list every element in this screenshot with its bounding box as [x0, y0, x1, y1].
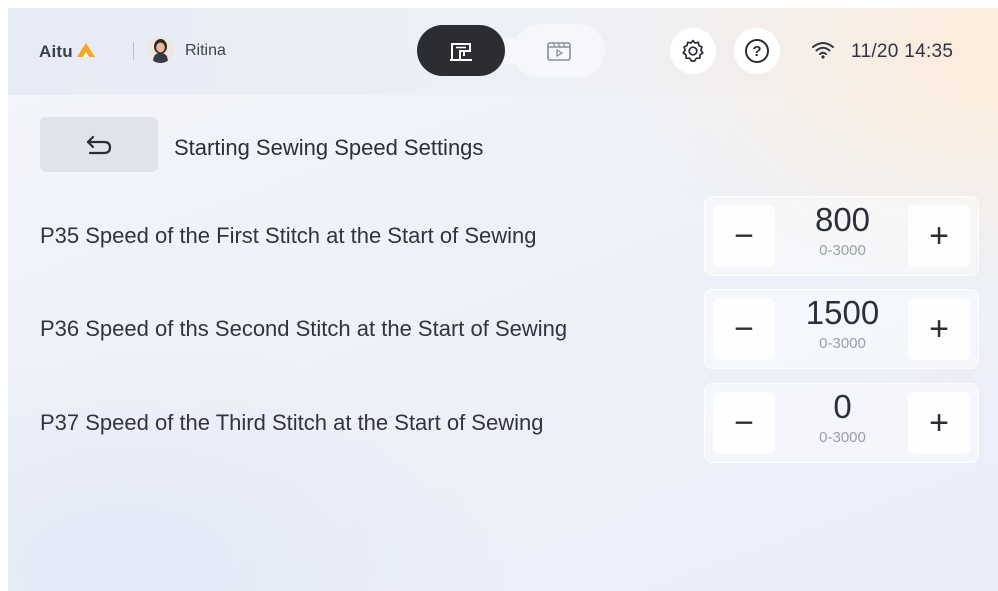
back-arrow-icon	[86, 135, 112, 154]
increment-button[interactable]: +	[908, 392, 970, 454]
datetime: 11/20 14:35	[851, 41, 954, 62]
avatar[interactable]	[147, 36, 174, 63]
stepper-value[interactable]: 1500	[780, 294, 905, 332]
video-play-icon	[547, 42, 571, 61]
param-label-p35: P35 Speed of the First Stitch at the Sta…	[40, 223, 537, 248]
stepper-p35: − 800 0-3000 +	[704, 196, 979, 276]
screen: Aitu Ritina ? 11/20 14:35 Starting Sewin…	[8, 8, 998, 591]
param-label-p37: P37 Speed of the Third Stitch at the Sta…	[40, 410, 544, 435]
param-label-p36: P36 Speed of ths Second Stitch at the St…	[40, 316, 568, 341]
help-icon: ?	[745, 39, 769, 63]
header-divider	[133, 42, 134, 60]
decrement-button[interactable]: −	[713, 392, 775, 454]
increment-button[interactable]: +	[908, 205, 970, 267]
stepper-range: 0-3000	[819, 242, 866, 259]
decrement-button[interactable]: −	[713, 205, 775, 267]
brand-logo-icon	[76, 43, 95, 57]
help-button[interactable]: ?	[734, 28, 780, 74]
stepper-value[interactable]: 800	[780, 201, 905, 239]
stepper-p36: − 1500 0-3000 +	[704, 289, 979, 369]
stepper-range: 0-3000	[819, 429, 866, 446]
stepper-p37: − 0 0-3000 +	[704, 383, 979, 463]
avatar-image	[147, 36, 174, 63]
increment-button[interactable]: +	[908, 298, 970, 360]
mode-sewing-button[interactable]	[417, 25, 505, 76]
gear-icon	[682, 39, 704, 62]
stepper-range: 0-3000	[819, 335, 866, 352]
settings-button[interactable]	[670, 28, 716, 74]
top-bar: Aitu Ritina ? 11/20 14:35	[8, 8, 998, 95]
wifi-icon	[812, 42, 834, 59]
sewing-machine-icon	[450, 42, 472, 61]
page-title: Starting Sewing Speed Settings	[174, 135, 484, 160]
decrement-button[interactable]: −	[713, 298, 775, 360]
user-name: Ritina	[185, 42, 226, 59]
back-button[interactable]	[40, 117, 158, 172]
brand-name: Aitu	[39, 42, 73, 61]
brand-logo: Aitu	[39, 40, 97, 64]
stepper-value[interactable]: 0	[780, 388, 905, 426]
mode-video-button[interactable]	[513, 24, 605, 78]
